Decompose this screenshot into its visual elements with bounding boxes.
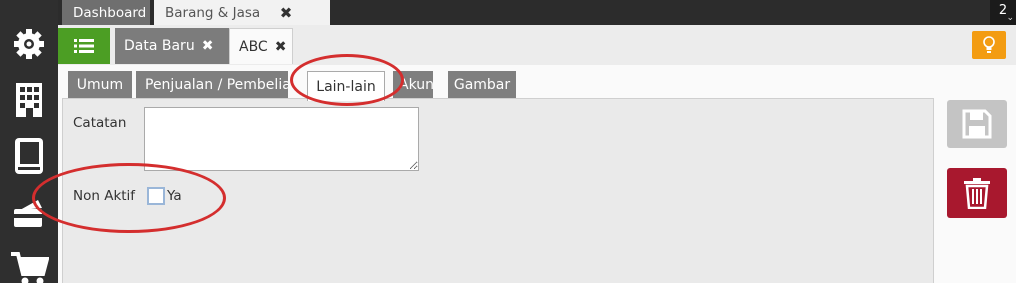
- non-aktif-checkbox[interactable]: [147, 187, 165, 205]
- tab-barang-jasa-label: Barang & Jasa: [165, 4, 261, 21]
- tab-akun-label: Akun: [399, 77, 434, 93]
- delete-button[interactable]: [947, 168, 1007, 218]
- tab-penjualan-label: Penjualan / Pembelian: [145, 77, 288, 93]
- non-aktif-label: Non Aktif: [73, 188, 136, 204]
- tab-barang-jasa[interactable]: Barang & Jasa: [154, 0, 330, 25]
- window-count-badge[interactable]: 2 ⌄: [990, 0, 1016, 25]
- save-icon: [962, 109, 992, 139]
- list-button[interactable]: [58, 28, 110, 64]
- close-icon[interactable]: ✖: [275, 39, 287, 55]
- tab-dashboard-label: Dashboard: [73, 4, 147, 21]
- tab-dashboard[interactable]: Dashboard: [62, 0, 150, 25]
- catatan-textarea[interactable]: [144, 107, 419, 171]
- sidebar: [0, 0, 58, 283]
- trash-icon: [964, 178, 990, 209]
- form-area: Catatan Non Aktif Ya: [62, 98, 934, 283]
- document-tab-bar: Data Baru ✖ ABC ✖: [58, 25, 1016, 65]
- tab-umum-label: Umum: [76, 77, 124, 93]
- close-icon[interactable]: ✖: [274, 0, 298, 25]
- window-tab-bar: Dashboard Barang & Jasa ✖ 2 ⌄: [58, 0, 1016, 25]
- content-panel: Umum Penjualan / Pembelian Akun Gambar C…: [58, 65, 1016, 283]
- book-icon[interactable]: [0, 132, 58, 180]
- lightbulb-button[interactable]: [972, 31, 1006, 59]
- tab-lain-lain[interactable]: Lain-lain: [307, 71, 385, 101]
- list-icon: [74, 39, 94, 53]
- chevron-down-icon: ⌄: [1006, 13, 1014, 23]
- lightbulb-icon: [983, 36, 995, 53]
- close-icon[interactable]: ✖: [202, 38, 214, 54]
- save-button[interactable]: [947, 100, 1007, 148]
- settings-gear-icon[interactable]: [0, 20, 58, 68]
- cart-icon[interactable]: [0, 244, 58, 283]
- tab-abc-label: ABC: [239, 38, 268, 55]
- tab-gambar[interactable]: Gambar: [448, 71, 516, 99]
- tab-lain-lain-label: Lain-lain: [316, 78, 376, 95]
- building-icon[interactable]: [0, 76, 58, 124]
- non-aktif-option-label: Ya: [167, 188, 182, 204]
- tab-abc[interactable]: ABC ✖: [229, 28, 293, 64]
- tab-umum[interactable]: Umum: [68, 71, 132, 99]
- tab-gambar-label: Gambar: [453, 77, 511, 93]
- tab-akun[interactable]: Akun: [393, 71, 434, 99]
- tab-penjualan-pembelian[interactable]: Penjualan / Pembelian: [136, 71, 288, 99]
- catatan-label: Catatan: [73, 115, 127, 131]
- card-icon[interactable]: [0, 190, 58, 238]
- tab-data-baru-label: Data Baru: [124, 38, 195, 54]
